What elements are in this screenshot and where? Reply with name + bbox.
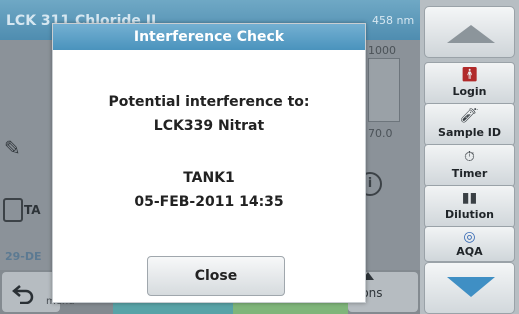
close-button[interactable]: Close bbox=[147, 256, 285, 296]
interference-test-name: LCK339 Nitrat bbox=[153, 118, 265, 134]
interference-check-dialog: Interference Check Potential interferenc… bbox=[52, 23, 366, 303]
sample-vial-icon bbox=[3, 198, 23, 222]
login-button[interactable]: 🚹︎ Login bbox=[424, 62, 515, 105]
sample-icon: 🧪︎ bbox=[460, 108, 479, 124]
scale-bottom-value: 70.0 bbox=[368, 127, 393, 140]
scroll-down-button[interactable] bbox=[424, 262, 515, 314]
aqa-label: AQA bbox=[456, 245, 483, 258]
aqa-icon: ◎ bbox=[463, 229, 476, 245]
timer-button[interactable]: ⏱︎ Timer bbox=[424, 144, 515, 187]
sample-name: TANK1 bbox=[183, 170, 235, 186]
sample-id-label: Sample ID bbox=[438, 126, 501, 139]
interference-heading: Potential interference to: bbox=[108, 94, 310, 110]
timer-icon: ⏱︎ bbox=[464, 149, 475, 165]
dilution-icon: ▮▮ bbox=[461, 190, 478, 206]
person-icon: 🚹︎ bbox=[460, 67, 479, 83]
sample-name-partial: TA bbox=[24, 203, 41, 217]
dialog-title: Interference Check bbox=[53, 24, 365, 50]
scale-top-value: 1000 bbox=[368, 44, 396, 57]
back-arrow-icon bbox=[12, 285, 34, 304]
arrow-up-icon bbox=[447, 25, 495, 43]
dilution-button[interactable]: ▮▮ Dilution bbox=[424, 185, 515, 228]
instrument-screen: LCK 311 Chloride II 458 nm 1000 70.0 i ✎… bbox=[0, 0, 519, 314]
edit-icon[interactable]: ✎ bbox=[4, 136, 30, 160]
scroll-up-button[interactable] bbox=[424, 6, 515, 58]
sample-id-button[interactable]: 🧪︎ Sample ID bbox=[424, 103, 515, 146]
wavelength-label: 458 nm bbox=[372, 14, 415, 27]
sample-datetime: 05-FEB-2011 14:35 bbox=[134, 194, 284, 210]
aqa-button[interactable]: ◎ AQA bbox=[424, 226, 515, 262]
timer-label: Timer bbox=[451, 167, 488, 180]
date-partial: 29-DE bbox=[5, 250, 42, 263]
login-label: Login bbox=[452, 85, 487, 98]
right-sidebar: 🚹︎ Login 🧪︎ Sample ID ⏱︎ Timer ▮▮ Diluti… bbox=[420, 0, 519, 314]
scale-bar bbox=[368, 58, 400, 122]
dilution-label: Dilution bbox=[445, 208, 494, 221]
arrow-down-icon bbox=[447, 277, 495, 297]
